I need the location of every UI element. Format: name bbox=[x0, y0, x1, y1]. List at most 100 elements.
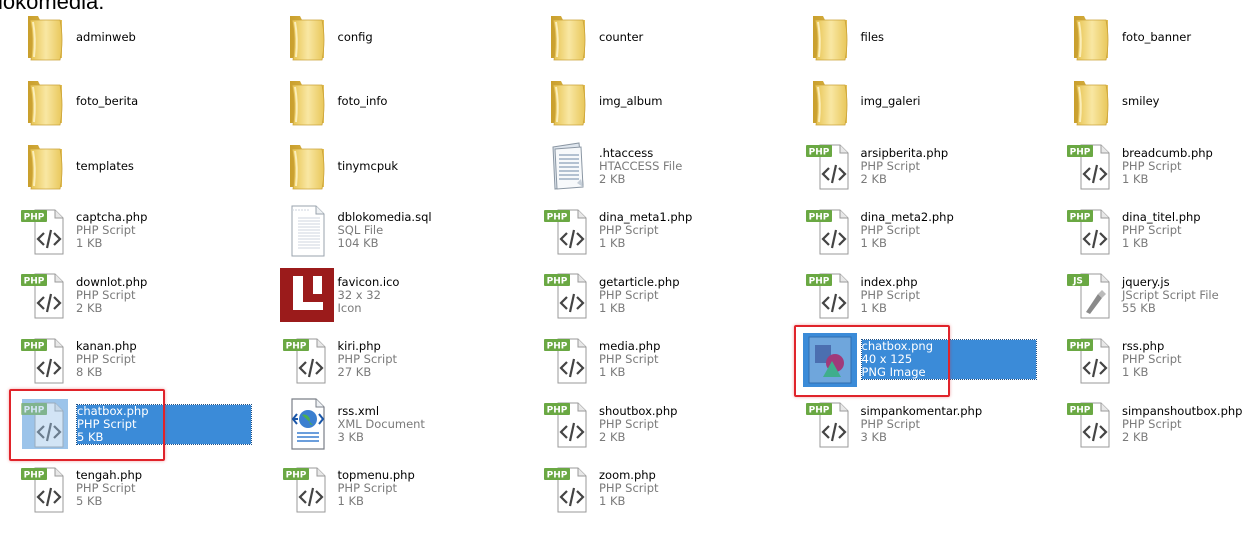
file-type: PHP Script bbox=[76, 481, 136, 495]
php-file-icon: PHP bbox=[541, 333, 595, 387]
file-item[interactable]: PHP tengah.php PHP Script 5 KB bbox=[6, 458, 256, 520]
folder-item[interactable]: counter bbox=[529, 6, 779, 68]
folder-icon bbox=[803, 75, 857, 129]
file-name: simpankomentar.php bbox=[860, 403, 983, 418]
file-grid: adminweb config counter files foto_bannerfot… bbox=[0, 0, 1253, 550]
file-item[interactable]: rss.xml XML Document 3 KB bbox=[268, 393, 518, 455]
folder-icon bbox=[541, 75, 595, 129]
php-file-icon: PHP bbox=[803, 139, 857, 193]
file-size: 55 KB bbox=[1122, 300, 1156, 315]
file-size: 1 KB bbox=[1122, 365, 1149, 379]
php-file-icon: PHP bbox=[280, 333, 334, 387]
folder-item[interactable]: img_galeri bbox=[791, 71, 1041, 133]
file-item[interactable]: PHP shoutbox.php PHP Script 2 KB bbox=[529, 393, 779, 455]
file-item[interactable]: PHP kiri.php PHP Script 27 KB bbox=[268, 329, 518, 391]
php-file-icon: PHP bbox=[18, 333, 72, 387]
folder-item[interactable]: smiley bbox=[1052, 71, 1253, 133]
file-type: JScript Script File bbox=[1122, 287, 1219, 302]
file-size: 3 KB bbox=[337, 429, 364, 444]
svg-text:PHP: PHP bbox=[547, 212, 568, 222]
file-size: 27 KB bbox=[337, 365, 372, 379]
folder-item[interactable]: files bbox=[791, 6, 1041, 68]
highlight-box bbox=[793, 324, 950, 397]
file-name: img_album bbox=[599, 94, 663, 108]
file-name: config bbox=[337, 29, 373, 44]
file-type: PHP Script bbox=[599, 416, 659, 431]
file-item[interactable]: PHP dina_meta2.php PHP Script 1 KB bbox=[791, 200, 1041, 262]
folder-icon bbox=[803, 10, 857, 64]
php-file-icon: PHP bbox=[1064, 333, 1118, 387]
folder-item[interactable]: config bbox=[268, 6, 518, 68]
php-file-icon: PHP bbox=[18, 268, 72, 322]
file-item[interactable]: PHP zoom.php PHP Script 1 KB bbox=[529, 458, 779, 520]
folder-icon bbox=[280, 75, 334, 129]
sql-file-icon bbox=[280, 204, 334, 258]
file-item[interactable]: dblokomedia.sql SQL File 104 KB bbox=[268, 200, 518, 262]
file-item[interactable]: PHP topmenu.php PHP Script 1 KB bbox=[268, 458, 518, 520]
folder-item[interactable]: adminweb bbox=[6, 6, 256, 68]
file-size: 2 KB bbox=[76, 300, 103, 315]
xml-file-icon bbox=[280, 397, 334, 451]
folder-icon bbox=[18, 139, 72, 193]
file-item[interactable]: PHP kanan.php PHP Script 8 KB bbox=[6, 329, 256, 391]
folder-item[interactable]: templates bbox=[6, 135, 256, 197]
file-item[interactable]: PHP dina_meta1.php PHP Script 1 KB bbox=[529, 200, 779, 262]
svg-text:PHP: PHP bbox=[24, 341, 45, 351]
folder-icon bbox=[18, 75, 72, 129]
file-name: shoutbox.php bbox=[599, 403, 678, 418]
folder-item[interactable]: img_album bbox=[529, 71, 779, 133]
file-name: img_galeri bbox=[860, 94, 921, 108]
file-name: foto_berita bbox=[76, 94, 139, 108]
file-name: tinymcpuk bbox=[337, 158, 399, 173]
file-type: PHP Script bbox=[599, 223, 659, 237]
file-name: getarticle.php bbox=[599, 274, 680, 289]
file-name: counter bbox=[599, 29, 644, 44]
file-item[interactable]: PHP getarticle.php PHP Script 1 KB bbox=[529, 264, 779, 326]
file-type: PHP Script bbox=[76, 287, 136, 302]
svg-text:PHP: PHP bbox=[24, 277, 45, 287]
file-item[interactable]: PHP breadcumb.php PHP Script 1 KB bbox=[1052, 135, 1253, 197]
svg-text:PHP: PHP bbox=[808, 277, 829, 287]
file-size: 1 KB bbox=[599, 494, 626, 508]
php-file-icon: PHP bbox=[18, 204, 72, 258]
folder-icon bbox=[1064, 10, 1118, 64]
file-size: 1 KB bbox=[337, 494, 364, 508]
file-type: 32 x 32 bbox=[337, 287, 381, 302]
svg-text:PHP: PHP bbox=[1070, 148, 1091, 158]
file-item[interactable]: PHP captcha.php PHP Script 1 KB bbox=[6, 200, 256, 262]
file-size: 1 KB bbox=[1122, 236, 1149, 250]
file-item[interactable]: PHP media.php PHP Script 1 KB bbox=[529, 329, 779, 391]
file-item[interactable]: PHP index.php PHP Script 1 KB bbox=[791, 264, 1041, 326]
folder-item[interactable]: foto_berita bbox=[6, 71, 256, 133]
file-name: templates bbox=[76, 158, 134, 173]
htaccess-file-icon bbox=[541, 139, 595, 193]
folder-item[interactable]: tinymcpuk bbox=[268, 135, 518, 197]
file-item[interactable]: .htaccess HTACCESS File 2 KB bbox=[529, 135, 779, 197]
file-item[interactable]: JS jquery.js JScript Script File 55 KB bbox=[1052, 264, 1253, 326]
file-item[interactable]: PHP arsipberita.php PHP Script 2 KB bbox=[791, 135, 1041, 197]
file-item[interactable]: favicon.ico 32 x 32 Icon bbox=[268, 264, 518, 326]
file-size: 2 KB bbox=[860, 171, 887, 186]
svg-text:PHP: PHP bbox=[24, 470, 45, 480]
folder-item[interactable]: foto_banner bbox=[1052, 6, 1253, 68]
file-item[interactable]: PHP dina_titel.php PHP Script 1 KB bbox=[1052, 200, 1253, 262]
file-item[interactable]: PHP simpanshoutbox.php PHP Script 2 KB bbox=[1052, 393, 1253, 455]
php-file-icon: PHP bbox=[1064, 204, 1118, 258]
file-name: arsipberita.php bbox=[860, 145, 949, 160]
file-type: PHP Script bbox=[860, 416, 921, 431]
file-name: favicon.ico bbox=[337, 274, 400, 289]
file-item[interactable]: PHP downlot.php PHP Script 2 KB bbox=[6, 264, 256, 326]
php-file-icon: PHP bbox=[1064, 139, 1118, 193]
php-file-icon: PHP bbox=[280, 462, 334, 516]
svg-text:PHP: PHP bbox=[1070, 341, 1091, 351]
svg-text:PHP: PHP bbox=[808, 148, 829, 158]
file-name: breadcumb.php bbox=[1122, 145, 1213, 160]
ico-file-icon bbox=[279, 268, 334, 322]
file-item[interactable]: PHP rss.php PHP Script 1 KB bbox=[1052, 329, 1253, 391]
svg-text:PHP: PHP bbox=[285, 341, 306, 351]
file-name: downlot.php bbox=[76, 274, 148, 289]
file-item[interactable]: PHP simpankomentar.php PHP Script 3 KB bbox=[791, 393, 1041, 455]
folder-item[interactable]: foto_info bbox=[268, 71, 518, 133]
js-file-icon: JS bbox=[1064, 268, 1118, 322]
file-size: 1 KB bbox=[1122, 171, 1149, 186]
